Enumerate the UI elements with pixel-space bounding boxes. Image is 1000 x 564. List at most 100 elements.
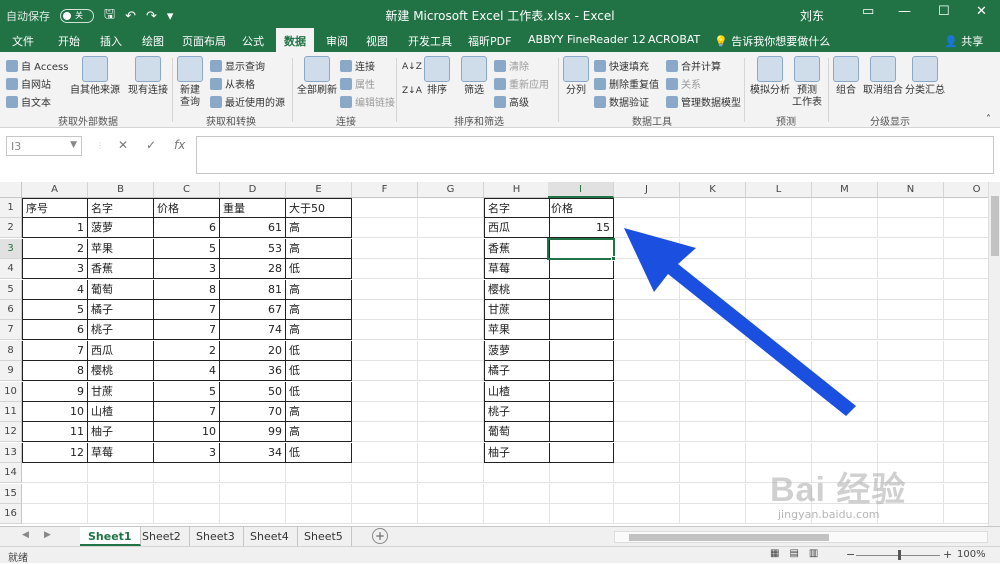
- grid-cell[interactable]: [484, 504, 550, 524]
- fruit-table-cell[interactable]: 苹果: [88, 238, 154, 259]
- collapse-ribbon-icon[interactable]: ˄: [986, 114, 991, 125]
- lookup-table-cell[interactable]: [548, 238, 614, 259]
- grid-cell[interactable]: [944, 422, 988, 443]
- from-access-button[interactable]: 自 Access: [6, 58, 68, 73]
- remove-duplicates-button[interactable]: 删除重复值: [594, 76, 659, 91]
- row-header-3[interactable]: 3: [0, 238, 22, 259]
- vertical-scroll-thumb[interactable]: [991, 196, 999, 256]
- grid-cell[interactable]: [944, 484, 988, 504]
- properties-button[interactable]: 属性: [340, 76, 375, 91]
- grid-cell[interactable]: [614, 402, 680, 422]
- row-header-6[interactable]: 6: [0, 300, 22, 320]
- share-button[interactable]: 👤 共享: [944, 33, 983, 49]
- grid-cell[interactable]: [220, 463, 286, 484]
- grid-cell[interactable]: [352, 361, 418, 382]
- grid-cell[interactable]: [746, 504, 812, 524]
- grid-cell[interactable]: [680, 300, 746, 320]
- tab-foxit-pdf[interactable]: 福昕PDF: [468, 33, 511, 49]
- grid-cell[interactable]: [812, 198, 878, 218]
- subtotal-button[interactable]: 分类汇总: [904, 56, 946, 97]
- lookup-table-cell[interactable]: [548, 422, 614, 443]
- grid-cell[interactable]: [878, 279, 944, 300]
- lookup-table-cell[interactable]: [548, 361, 614, 382]
- grid-cell[interactable]: [746, 463, 812, 484]
- fruit-table-cell[interactable]: 菠萝: [88, 218, 154, 239]
- grid-cell[interactable]: [88, 463, 154, 484]
- grid-cell[interactable]: [680, 340, 746, 361]
- column-header-c[interactable]: C: [154, 182, 220, 198]
- fruit-table-cell[interactable]: 3: [22, 259, 88, 280]
- row-header-4[interactable]: 4: [0, 259, 22, 280]
- tell-me-search[interactable]: 💡 告诉我你想要做什么: [714, 33, 830, 49]
- vertical-scrollbar[interactable]: [988, 182, 1000, 526]
- column-header-k[interactable]: K: [680, 182, 746, 198]
- column-header-l[interactable]: L: [746, 182, 812, 198]
- fruit-table-cell[interactable]: 高: [286, 279, 352, 300]
- tab-formulas[interactable]: 公式: [242, 33, 264, 49]
- what-if-analysis-button[interactable]: 模拟分析: [748, 56, 792, 97]
- fruit-table-cell[interactable]: 低: [286, 340, 352, 361]
- grid-cell[interactable]: [746, 320, 812, 341]
- grid-cell[interactable]: [944, 402, 988, 422]
- grid-cell[interactable]: [286, 483, 352, 504]
- grid-cell[interactable]: [812, 504, 878, 524]
- lookup-table-cell[interactable]: 橘子: [484, 361, 550, 382]
- grid-cell[interactable]: [944, 320, 988, 341]
- grid-cell[interactable]: [944, 341, 988, 361]
- grid-cell[interactable]: [680, 422, 746, 443]
- grid-cell[interactable]: [614, 320, 680, 341]
- fruit-table-cell[interactable]: 50: [220, 381, 286, 402]
- enter-icon[interactable]: ✓: [146, 138, 156, 152]
- grid-cell[interactable]: [878, 442, 944, 463]
- grid-cell[interactable]: [746, 381, 812, 402]
- sheet-tab-sheet3[interactable]: Sheet3: [188, 527, 244, 546]
- column-header-h[interactable]: H: [484, 182, 550, 198]
- lookup-table-cell[interactable]: [548, 320, 614, 341]
- grid-cell[interactable]: [944, 300, 988, 320]
- grid-cell[interactable]: [746, 238, 812, 259]
- row-header-16[interactable]: 16: [0, 504, 22, 524]
- grid-cell[interactable]: [746, 198, 812, 218]
- grid-cell[interactable]: [812, 422, 878, 443]
- grid-cell[interactable]: [746, 340, 812, 361]
- grid-cell[interactable]: [680, 402, 746, 422]
- tab-page-layout[interactable]: 页面布局: [182, 33, 226, 49]
- grid-cell[interactable]: [614, 218, 680, 239]
- fruit-table-cell[interactable]: 高: [286, 218, 352, 239]
- fruit-table-cell[interactable]: 低: [286, 442, 352, 463]
- grid-cell[interactable]: [22, 504, 88, 524]
- fruit-table-cell[interactable]: 3: [154, 442, 220, 463]
- from-table-button[interactable]: 从表格: [210, 76, 255, 91]
- grid-cell[interactable]: [548, 463, 614, 484]
- lookup-table-cell[interactable]: 菠萝: [484, 340, 550, 361]
- tab-abbyy[interactable]: ABBYY FineReader 12: [528, 33, 646, 46]
- fruit-table-cell[interactable]: 7: [154, 320, 220, 341]
- grid-cell[interactable]: [418, 442, 484, 463]
- from-text-button[interactable]: 自文本: [6, 94, 51, 109]
- sheet-tab-sheet1[interactable]: Sheet1: [80, 527, 141, 546]
- fruit-table-cell[interactable]: 山楂: [88, 402, 154, 422]
- user-name[interactable]: 刘东: [800, 7, 824, 24]
- fruit-table-cell[interactable]: 2: [154, 340, 220, 361]
- grid-cell[interactable]: [352, 402, 418, 422]
- grid-cell[interactable]: [352, 300, 418, 320]
- grid-cell[interactable]: [878, 422, 944, 443]
- lookup-table-cell[interactable]: 葡萄: [484, 422, 550, 443]
- grid-cell[interactable]: [352, 238, 418, 259]
- lookup-table-header-cell[interactable]: 名字: [484, 198, 550, 218]
- consolidate-button[interactable]: 合并计算: [666, 58, 721, 73]
- fruit-table-cell[interactable]: 橘子: [88, 300, 154, 320]
- sheet-tab-sheet5[interactable]: Sheet5: [296, 527, 352, 546]
- grid-cell[interactable]: [88, 504, 154, 524]
- fruit-table-cell[interactable]: 高: [286, 238, 352, 259]
- fruit-table-cell[interactable]: 西瓜: [88, 340, 154, 361]
- fruit-table-cell[interactable]: 草莓: [88, 442, 154, 463]
- fruit-table-cell[interactable]: 8: [154, 279, 220, 300]
- fruit-table-cell[interactable]: 61: [220, 218, 286, 239]
- sheet-tab-sheet4[interactable]: Sheet4: [242, 527, 298, 546]
- column-header-e[interactable]: E: [286, 182, 352, 198]
- clear-button[interactable]: 清除: [494, 58, 529, 73]
- tab-review[interactable]: 审阅: [326, 33, 348, 49]
- grid-cell[interactable]: [614, 463, 680, 484]
- fruit-table-cell[interactable]: 高: [286, 422, 352, 443]
